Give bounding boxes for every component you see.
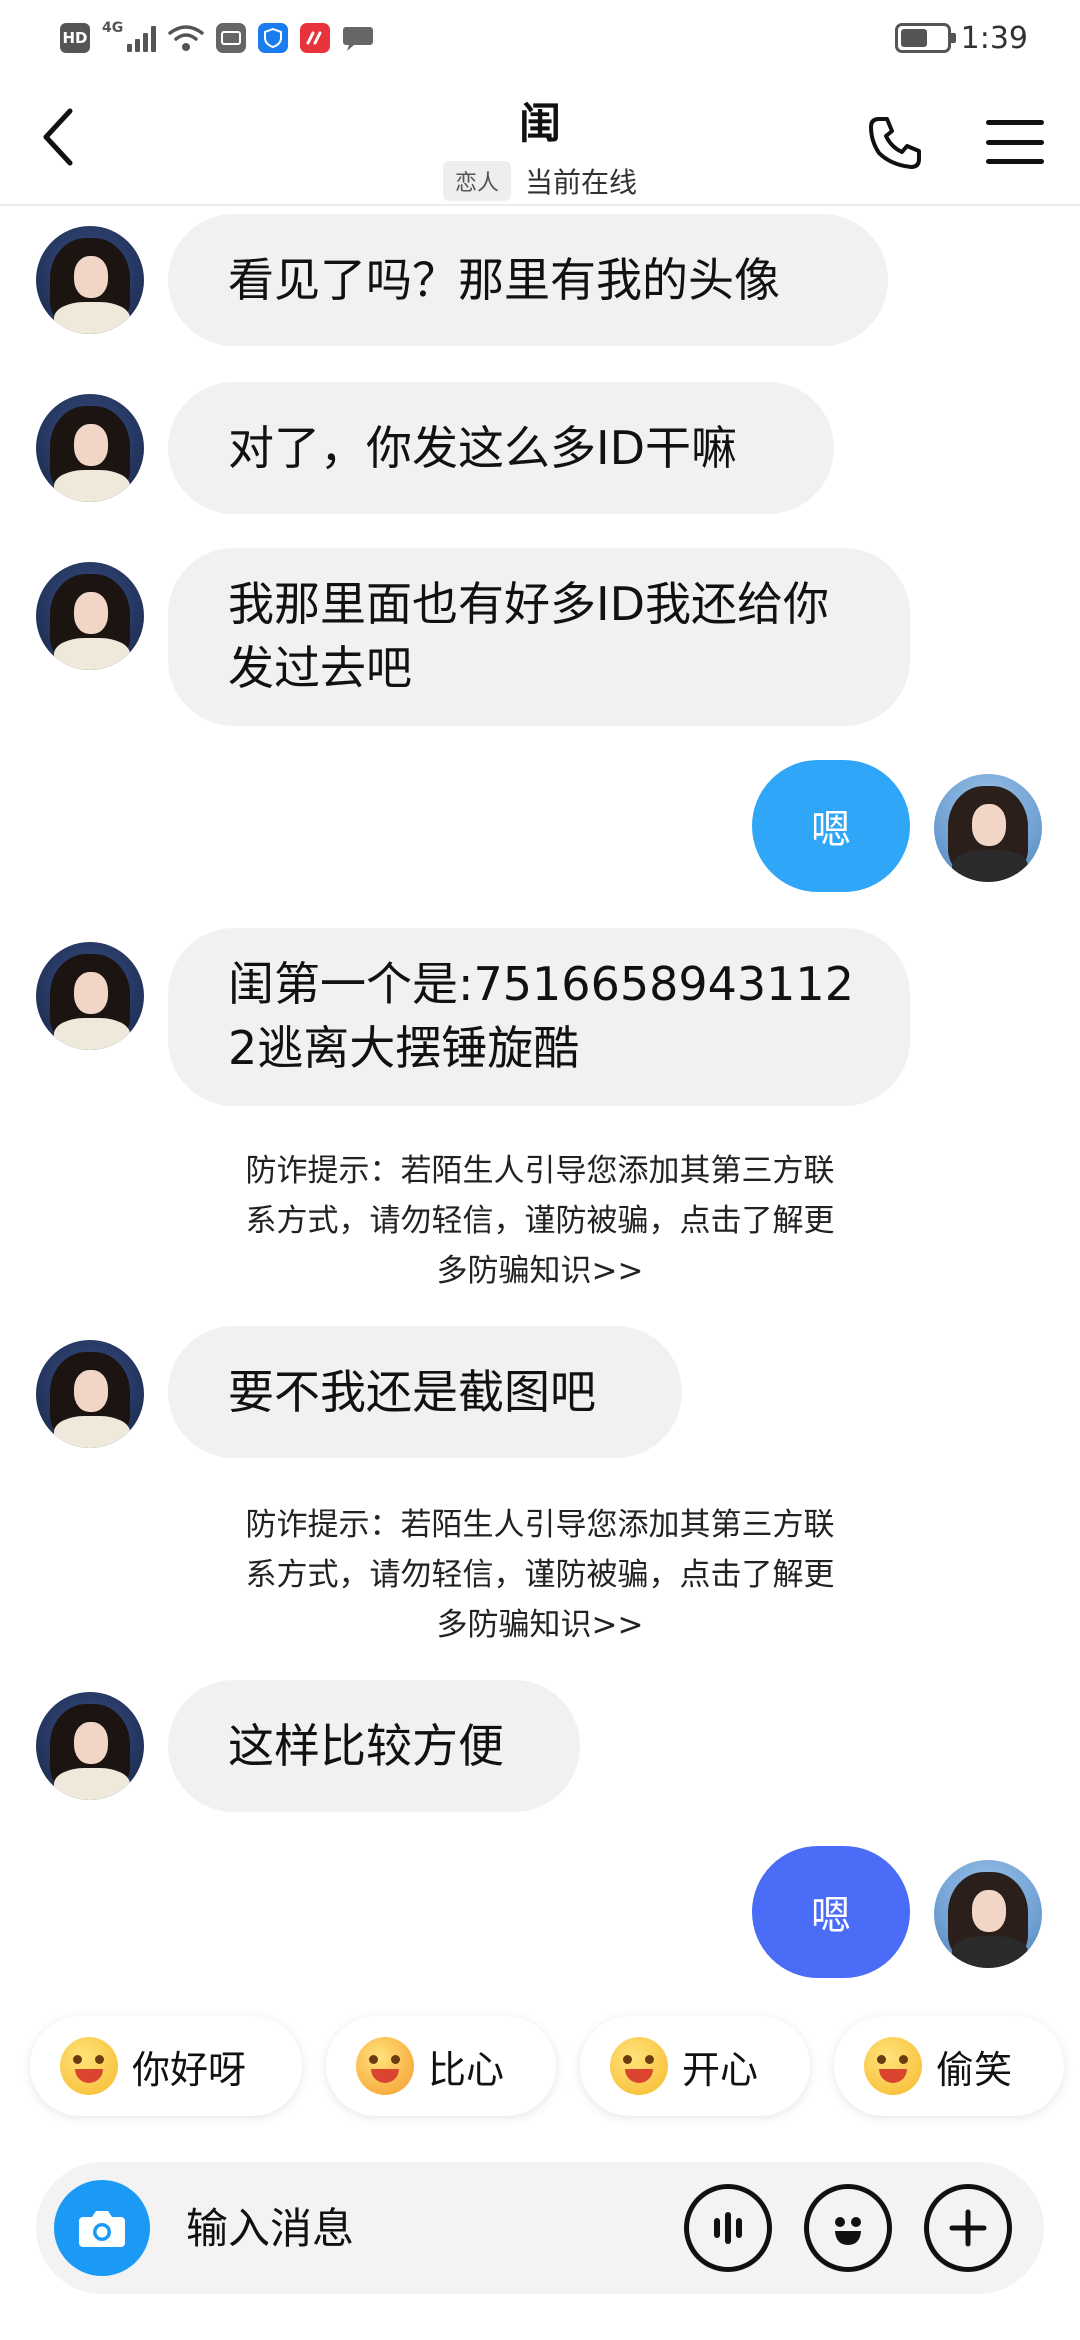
menu-line	[986, 120, 1044, 125]
smirk-emoji-icon	[864, 2037, 922, 2095]
quick-reply-chip[interactable]: 你好呀	[30, 2016, 302, 2116]
message-bubble-outgoing[interactable]: 嗯	[752, 760, 910, 892]
quick-reply-chip[interactable]: 偷笑	[834, 2016, 1064, 2116]
hd-badge: HD	[60, 23, 90, 53]
chat-header: 闺 恋人 当前在线	[0, 72, 1080, 206]
quick-reply-label: 比心	[428, 2047, 505, 2092]
anti-fraud-notice[interactable]: 防诈提示：若陌生人引导您添加其第三方联系方式，请勿轻信，谨防被骗，点击了解更多防…	[240, 1146, 840, 1296]
quick-reply-label: 开心	[682, 2047, 759, 2092]
contact-avatar[interactable]	[36, 1340, 144, 1448]
wifi-icon	[168, 25, 204, 51]
message-bubble[interactable]: 我那里面也有好多ID我还给你发过去吧	[168, 548, 910, 726]
laughing-emoji-icon	[610, 2037, 668, 2095]
message-bubble[interactable]: 看见了吗？那里有我的头像	[168, 214, 888, 346]
message-bubble[interactable]: 闺第一个是:75166589431122逃离大摆锤旋酷	[168, 928, 910, 1106]
message-bubble-outgoing[interactable]: 嗯	[752, 1846, 910, 1978]
menu-line	[986, 139, 1044, 145]
status-bar: HD 4G 1:39	[0, 0, 1080, 72]
online-status: 当前在线	[525, 166, 638, 199]
status-bar-right: 1:39	[894, 20, 1028, 56]
camera-icon	[79, 2211, 125, 2247]
huawei-app-icon	[216, 23, 247, 53]
menu-line	[986, 159, 1044, 164]
anti-fraud-notice[interactable]: 防诈提示：若陌生人引导您添加其第三方联系方式，请勿轻信，谨防被骗，点击了解更多防…	[240, 1500, 840, 1650]
my-avatar[interactable]	[934, 1860, 1042, 1968]
plus-icon	[949, 2209, 987, 2247]
plus-button[interactable]	[924, 2184, 1012, 2272]
contact-avatar[interactable]	[36, 1692, 144, 1800]
quick-reply-chip[interactable]: 比心	[326, 2016, 556, 2116]
voice-call-button[interactable]	[860, 108, 930, 178]
message-bubble[interactable]: 对了，你发这么多ID干嘛	[168, 382, 834, 514]
message-bubble[interactable]: 要不我还是截图吧	[168, 1326, 682, 1458]
signal-icon	[127, 24, 157, 52]
status-bar-left: HD 4G	[60, 20, 374, 56]
contact-avatar[interactable]	[36, 562, 144, 670]
message-notification-icon	[343, 27, 374, 51]
quick-reply-chip[interactable]: 开心	[580, 2016, 810, 2116]
grinning-emoji-icon	[60, 2037, 118, 2095]
clock: 1:39	[960, 20, 1028, 56]
red-app-icon	[300, 23, 331, 53]
message-input[interactable]	[186, 2192, 666, 2264]
shield-app-icon	[258, 23, 289, 53]
relation-tag: 恋人	[442, 161, 511, 201]
network-type-label: 4G	[102, 20, 124, 36]
phone-icon	[869, 117, 921, 169]
battery-icon	[894, 23, 956, 53]
message-input-bar	[36, 2162, 1044, 2294]
heart-hands-emoji-icon	[356, 2037, 414, 2095]
voice-icon	[714, 2212, 742, 2244]
menu-button[interactable]	[980, 112, 1050, 172]
emoji-button[interactable]	[804, 2184, 892, 2272]
voice-button[interactable]	[684, 2184, 772, 2272]
quick-reply-label: 你好呀	[132, 2047, 247, 2092]
my-avatar[interactable]	[934, 774, 1042, 882]
contact-avatar[interactable]	[36, 394, 144, 502]
contact-avatar[interactable]	[36, 226, 144, 334]
camera-button[interactable]	[54, 2180, 150, 2276]
quick-reply-bar: 你好呀 比心 开心 偷笑	[30, 2016, 1064, 2116]
battery-level-fill	[900, 29, 928, 47]
contact-avatar[interactable]	[36, 942, 144, 1050]
quick-reply-label: 偷笑	[936, 2047, 1013, 2092]
message-bubble[interactable]: 这样比较方便	[168, 1680, 580, 1812]
emoji-icon	[835, 2217, 861, 2245]
